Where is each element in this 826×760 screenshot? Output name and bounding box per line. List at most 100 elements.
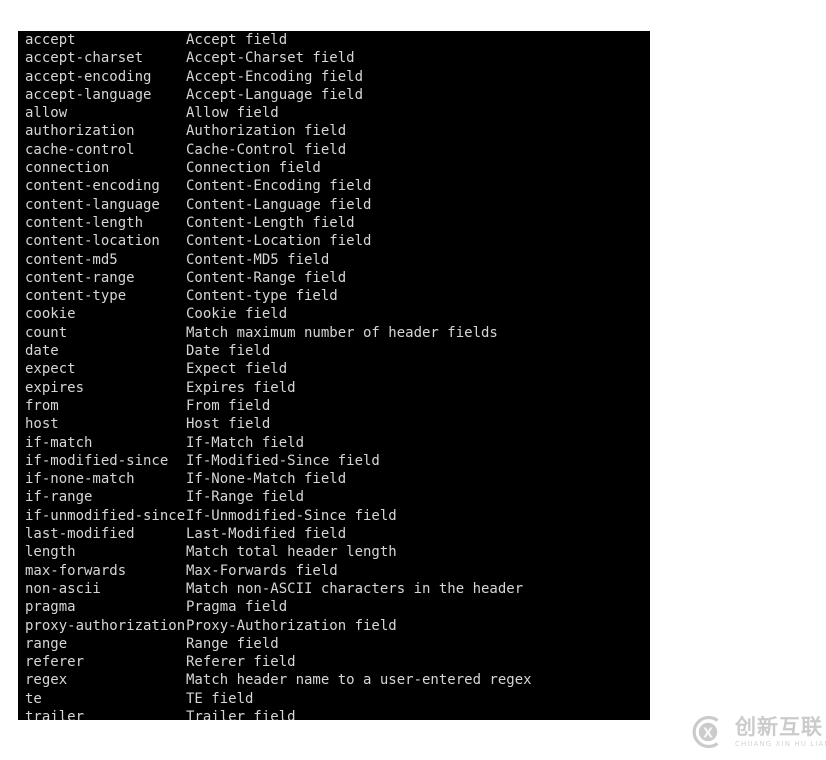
header-field-name: if-unmodified-since bbox=[25, 507, 186, 524]
header-field-description: Content-Range field bbox=[186, 269, 347, 286]
header-field-description: Content-MD5 field bbox=[186, 251, 330, 268]
header-field-description: Host field bbox=[186, 416, 271, 433]
header-field-description: Pragma field bbox=[186, 599, 288, 616]
header-field-name: content-md5 bbox=[25, 251, 118, 268]
header-field-description: If-Range field bbox=[186, 489, 305, 506]
header-field-description: If-None-Match field bbox=[186, 471, 347, 488]
header-field-name: if-range bbox=[25, 489, 93, 506]
terminal-row: cookie Cookie field bbox=[18, 305, 650, 323]
header-field-name: accept-charset bbox=[25, 50, 144, 67]
header-field-name: content-language bbox=[25, 196, 160, 213]
header-field-name: accept-language bbox=[25, 86, 152, 103]
terminal-row: expect Expect field bbox=[18, 360, 650, 378]
terminal-row: regex Match header name to a user-entered… bbox=[18, 671, 650, 689]
header-field-name: if-none-match bbox=[25, 471, 135, 488]
header-field-name: cache-control bbox=[25, 141, 135, 158]
header-field-description: Range field bbox=[186, 635, 279, 652]
terminal-output-rows: accept Accept field accept-charset Accept-C… bbox=[18, 31, 650, 720]
header-field-name: from bbox=[25, 397, 59, 414]
header-field-description: If-Match field bbox=[186, 434, 305, 451]
header-field-name: expires bbox=[25, 379, 85, 396]
header-field-name: non-ascii bbox=[25, 580, 101, 597]
header-field-description: Content-Length field bbox=[186, 214, 355, 231]
terminal-row: accept-charset Accept-Charset field bbox=[18, 49, 650, 67]
terminal-row: content-location Content-Location field bbox=[18, 232, 650, 250]
header-field-name: expect bbox=[25, 361, 76, 378]
header-field-description: Content-Language field bbox=[186, 196, 372, 213]
header-field-name: proxy-authorization bbox=[25, 617, 186, 634]
header-field-description: Referer field bbox=[186, 654, 296, 671]
header-field-name: if-modified-since bbox=[25, 452, 169, 469]
terminal-row: trailer Trailer field bbox=[18, 708, 650, 720]
header-field-name: content-range bbox=[25, 269, 135, 286]
terminal-row: last-modified Last-Modified field bbox=[18, 525, 650, 543]
header-field-description: Accept-Encoding field bbox=[186, 68, 364, 85]
header-field-description: Cookie field bbox=[186, 306, 288, 323]
header-field-description: Content-type field bbox=[186, 288, 338, 305]
terminal-row: if-match If-Match field bbox=[18, 434, 650, 452]
header-field-description: Trailer field bbox=[186, 708, 296, 720]
header-field-name: content-length bbox=[25, 214, 144, 231]
terminal-row: content-type Content-type field bbox=[18, 287, 650, 305]
terminal-row: accept-language Accept-Language field bbox=[18, 86, 650, 104]
header-field-name: accept-encoding bbox=[25, 68, 152, 85]
header-field-description: Date field bbox=[186, 343, 271, 360]
terminal-row: authorization Authorization field bbox=[18, 122, 650, 140]
header-field-name: count bbox=[25, 324, 68, 341]
terminal-row: max-forwards Max-Forwards field bbox=[18, 562, 650, 580]
terminal-row: expires Expires field bbox=[18, 379, 650, 397]
terminal-row: proxy-authorizationProxy-Authorization f… bbox=[18, 617, 650, 635]
terminal-row: te TE field bbox=[18, 690, 650, 708]
header-field-name: allow bbox=[25, 105, 68, 122]
terminal-row: if-none-match If-None-Match field bbox=[18, 470, 650, 488]
header-field-description: Match total header length bbox=[186, 544, 397, 561]
header-field-description: From field bbox=[186, 397, 271, 414]
header-field-name: referer bbox=[25, 654, 85, 671]
header-field-description: Accept-Language field bbox=[186, 86, 364, 103]
header-field-description: Proxy-Authorization field bbox=[186, 617, 397, 634]
terminal-row: length Match total header length bbox=[18, 543, 650, 561]
header-field-description: Content-Location field bbox=[186, 233, 372, 250]
svg-text:X: X bbox=[703, 727, 713, 742]
terminal-row: content-md5 Content-MD5 field bbox=[18, 251, 650, 269]
header-field-name: content-location bbox=[25, 233, 160, 250]
terminal-row: cache-control Cache-Control field bbox=[18, 141, 650, 159]
header-field-description: Content-Encoding field bbox=[186, 178, 372, 195]
header-field-name: length bbox=[25, 544, 76, 561]
terminal-row: allow Allow field bbox=[18, 104, 650, 122]
terminal-row: range Range field bbox=[18, 635, 650, 653]
watermark-chinese: 创新互联 bbox=[735, 714, 823, 739]
header-field-name: content-type bbox=[25, 288, 127, 305]
header-field-description: Cache-Control field bbox=[186, 141, 347, 158]
terminal-row: date Date field bbox=[18, 342, 650, 360]
header-field-name: connection bbox=[25, 160, 110, 177]
terminal-row: if-range If-Range field bbox=[18, 488, 650, 506]
header-field-name: host bbox=[25, 416, 59, 433]
terminal-row: if-modified-since If-Modified-Since field bbox=[18, 452, 650, 470]
header-field-description: If-Modified-Since field bbox=[186, 452, 380, 469]
header-field-description: Match non-ASCII characters in the header bbox=[186, 580, 524, 597]
terminal-row: from From field bbox=[18, 397, 650, 415]
terminal-row: pragma Pragma field bbox=[18, 598, 650, 616]
header-field-description: Authorization field bbox=[186, 123, 347, 140]
terminal-row: content-length Content-Length field bbox=[18, 214, 650, 232]
header-field-description: Match header name to a user-entered rege… bbox=[186, 672, 532, 689]
header-field-name: range bbox=[25, 635, 68, 652]
terminal-row: if-unmodified-sinceIf-Unmodified-Since f… bbox=[18, 507, 650, 525]
terminal-row: count Match maximum number of header fiel… bbox=[18, 324, 650, 342]
header-field-description: Accept field bbox=[186, 32, 288, 48]
terminal-row: host Host field bbox=[18, 415, 650, 433]
terminal-row: content-encoding Content-Encoding field bbox=[18, 177, 650, 195]
header-field-description: Expect field bbox=[186, 361, 288, 378]
watermark: X 创新互联 CHUANG XIN HU LIAN bbox=[688, 709, 826, 755]
header-field-name: pragma bbox=[25, 599, 76, 616]
cx-circle-logo-icon: X bbox=[688, 712, 728, 752]
header-field-name: te bbox=[25, 690, 42, 707]
header-field-description: Allow field bbox=[186, 105, 279, 122]
header-field-description: Last-Modified field bbox=[186, 526, 347, 543]
terminal-console[interactable]: accept Accept field accept-charset Accept-C… bbox=[18, 31, 650, 720]
terminal-row: content-language Content-Language field bbox=[18, 196, 650, 214]
header-field-name: cookie bbox=[25, 306, 76, 323]
terminal-row: non-ascii Match non-ASCII characters in t… bbox=[18, 580, 650, 598]
terminal-row: connection Connection field bbox=[18, 159, 650, 177]
